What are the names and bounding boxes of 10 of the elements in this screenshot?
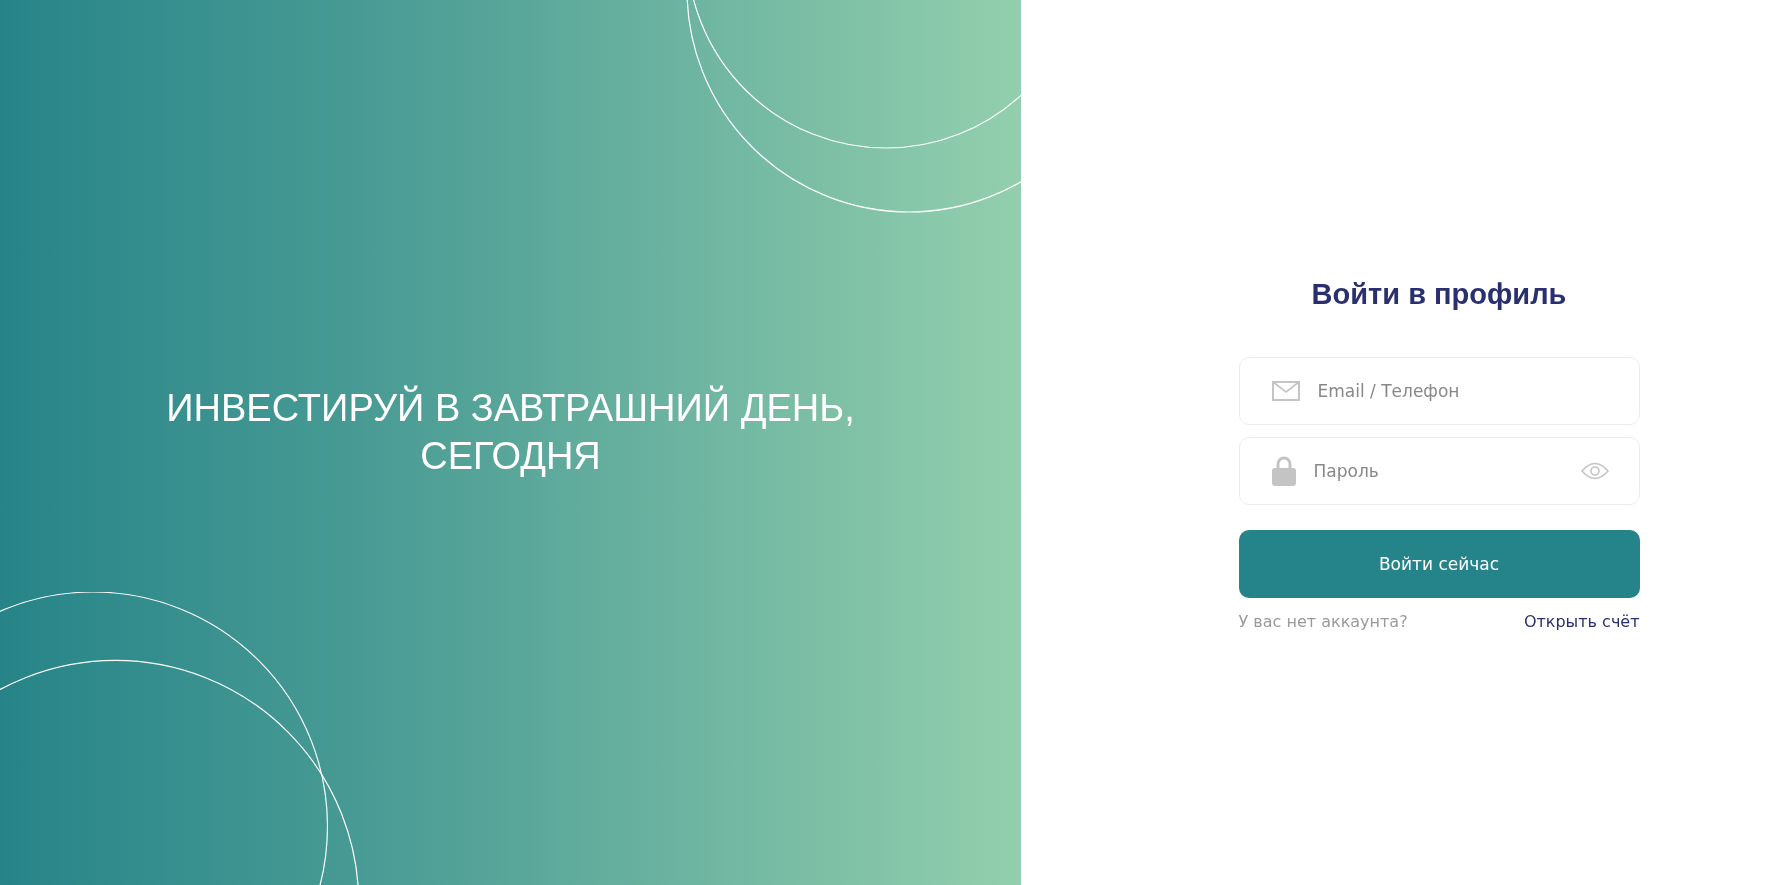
signup-prompt: У вас нет аккаунта? — [1238, 612, 1408, 631]
envelope-icon — [1271, 381, 1300, 401]
headline: ИНВЕСТИРУЙ В ЗАВТРАШНИЙ ДЕНЬ, СЕГОДНЯ — [165, 385, 856, 479]
input-field[interactable]: Пароль — [1311, 460, 1581, 482]
lock-icon — [1271, 456, 1296, 486]
login-button[interactable]: Войти сейчас — [1238, 530, 1640, 598]
open-account-link[interactable]: Открыть счёт — [1523, 612, 1640, 631]
form-title: Войти в профиль — [1310, 278, 1568, 311]
input-field[interactable]: Email / Телефон — [1315, 380, 1609, 402]
eye-icon[interactable] — [1580, 462, 1609, 480]
